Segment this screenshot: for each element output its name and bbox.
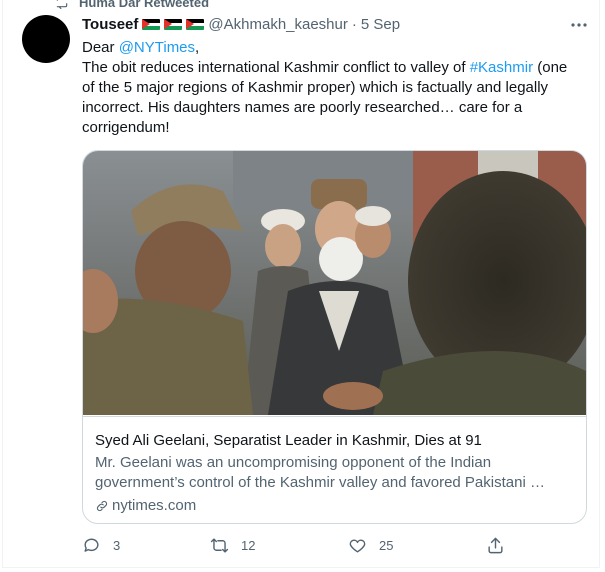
link-icon [96, 500, 108, 512]
share-button[interactable] [486, 536, 517, 555]
article-title[interactable]: Syed Ali Geelani, Separatist Leader in K… [95, 431, 574, 451]
reply-button[interactable]: 3 [82, 536, 120, 555]
more-button[interactable] [569, 18, 589, 32]
tweet-actions: 3 12 25 [82, 536, 512, 558]
retweet-icon [210, 538, 229, 553]
like-count: 25 [379, 538, 394, 553]
article-domain[interactable]: nytimes.com [95, 496, 574, 516]
domain-text: nytimes.com [112, 497, 197, 514]
greeting-text: Dear [82, 39, 119, 56]
article-description: Mr. Geelani was an uncompromising oppone… [95, 454, 545, 491]
retweet-label: Huma Dar Retweeted [79, 0, 210, 10]
palestine-flag-icon [164, 19, 183, 30]
hashtag-link[interactable]: #Kashmir [470, 59, 533, 76]
tweet-card[interactable]: Huma Dar Retweeted Touseef @Akhmakh_kaes… [2, 0, 600, 568]
link-preview-card[interactable]: Syed Ali Geelani, Separatist Leader in K… [82, 150, 587, 524]
like-button[interactable]: 25 [348, 536, 393, 555]
retweet-count: 12 [241, 538, 256, 553]
retweet-icon [56, 0, 68, 9]
tweet-body: The obit reduces international Kashmir c… [82, 58, 582, 138]
share-icon [488, 537, 503, 554]
body-start: The obit reduces international Kashmir c… [82, 59, 470, 76]
mention-link[interactable]: @NYTimes [119, 39, 195, 56]
reply-count: 3 [113, 538, 121, 553]
tweet-header: Touseef @Akhmakh_kaeshur · 5 Sep [82, 16, 400, 33]
palestine-flag-icon [186, 19, 205, 30]
palestine-flag-icon [142, 19, 161, 30]
tweet-greeting-line: Dear @NYTimes, [82, 38, 582, 58]
greeting-end: , [195, 39, 200, 56]
link-card-meta: Syed Ali Geelani, Separatist Leader in K… [83, 416, 586, 516]
author-handle[interactable]: @Akhmakh_kaeshur [208, 16, 347, 33]
author-name[interactable]: Touseef [82, 16, 138, 33]
header-separator: · [351, 16, 357, 33]
tweet-timestamp[interactable]: 5 Sep [361, 16, 400, 33]
tweet-text: Dear @NYTimes, The obit reduces internat… [82, 38, 582, 138]
article-image[interactable] [83, 151, 586, 415]
more-icon [571, 23, 587, 27]
retweet-indicator[interactable]: Huma Dar Retweeted [55, 0, 210, 10]
like-icon [349, 539, 366, 553]
avatar[interactable] [22, 15, 70, 63]
retweet-button[interactable]: 12 [210, 536, 255, 555]
reply-icon [84, 538, 99, 552]
